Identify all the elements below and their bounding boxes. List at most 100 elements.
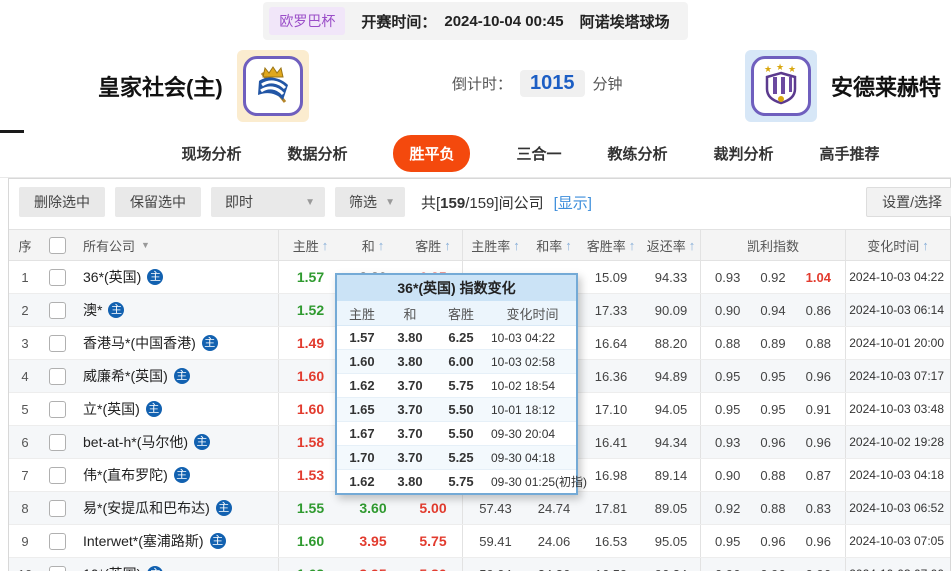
tab-live-analysis[interactable]: 现场分析 — [181, 143, 241, 164]
home-odds[interactable]: 1.49 — [278, 327, 342, 359]
tab-win-draw-lose[interactable]: 胜平负 — [393, 135, 470, 172]
company-cell[interactable]: 易*(安提瓜和巴布达)主 — [73, 492, 278, 524]
tab-data-analysis[interactable]: 数据分析 — [287, 143, 347, 164]
company-name: Interwet*(塞浦路斯) — [83, 531, 204, 551]
delete-selected-button[interactable]: 删除选中 — [19, 187, 105, 217]
tab-expert-picks[interactable]: 高手推荐 — [820, 143, 880, 164]
row-checkbox[interactable] — [49, 467, 66, 484]
home-odds[interactable]: 1.60 — [278, 525, 342, 557]
header-return-rate[interactable]: 返还率↑ — [642, 230, 700, 260]
popup-header-col: 和 — [387, 304, 433, 323]
home-odds[interactable]: 1.63 — [278, 558, 342, 571]
home-odds[interactable]: 1.52 — [278, 294, 342, 326]
popup-away-odds: 5.50 — [433, 402, 489, 417]
popup-title: 36*(英国) 指数变化 — [337, 275, 576, 301]
popup-away-odds: 6.00 — [433, 354, 489, 369]
popup-away-odds: 5.25 — [433, 450, 489, 465]
change-time: 2024-10-03 03:48 — [845, 393, 950, 425]
draw-odds[interactable]: 3.95 — [342, 558, 404, 571]
kelly-value: 0.94 — [760, 303, 785, 318]
return-rate: 94.05 — [642, 393, 700, 425]
company-cell[interactable]: Interwet*(塞浦路斯)主 — [73, 525, 278, 557]
company-cell[interactable]: 伟*(直布罗陀)主 — [73, 459, 278, 491]
row-checkbox[interactable] — [49, 566, 66, 571]
change-time: 2024-10-03 04:22 — [845, 261, 950, 293]
away-odds[interactable]: 5.75 — [404, 525, 462, 557]
show-link[interactable]: [显示] — [554, 192, 592, 213]
sort-arrow-icon: ▼ — [141, 240, 150, 250]
row-seq: 5 — [9, 393, 41, 425]
row-checkbox[interactable] — [49, 335, 66, 352]
home-odds[interactable]: 1.53 — [278, 459, 342, 491]
popup-draw-odds: 3.80 — [387, 330, 433, 345]
home-odds[interactable]: 1.58 — [278, 426, 342, 458]
home-odds[interactable]: 1.55 — [278, 492, 342, 524]
away-odds[interactable]: 5.80 — [404, 558, 462, 571]
header-away-rate[interactable]: 客胜率↑ — [580, 230, 642, 260]
kelly-value: 0.95 — [715, 369, 740, 384]
away-rate: 17.33 — [580, 294, 642, 326]
draw-odds[interactable]: 3.60 — [342, 492, 404, 524]
team-header: 皇家社会(主) 倒计时： 1015 分钟 — [0, 42, 951, 130]
popup-away-odds: 5.75 — [433, 474, 489, 489]
header-draw-rate[interactable]: 和率↑ — [528, 230, 580, 260]
company-cell[interactable]: bet-at-h*(马尔他)主 — [73, 426, 278, 458]
return-rate: 89.14 — [642, 459, 700, 491]
row-checkbox[interactable] — [49, 401, 66, 418]
tab-referee-analysis[interactable]: 裁判分析 — [714, 143, 774, 164]
kelly-value: 0.88 — [760, 468, 785, 483]
row-checkbox[interactable] — [49, 434, 66, 451]
kickoff-label: 开赛时间： — [361, 11, 436, 32]
away-rate: 16.36 — [580, 360, 642, 392]
company-cell[interactable]: 立*(英国)主 — [73, 393, 278, 425]
company-cell[interactable]: 36*(英国)主 — [73, 261, 278, 293]
instant-dropdown[interactable]: 即时 ▼ — [211, 187, 325, 217]
row-checkbox-cell — [41, 360, 73, 392]
header-change-time[interactable]: 变化时间↑ — [845, 230, 950, 260]
kelly-value: 0.86 — [806, 303, 831, 318]
row-checkbox[interactable] — [49, 302, 66, 319]
settings-select-button[interactable]: 设置/选择 — [866, 187, 951, 217]
filter-dropdown[interactable]: 筛选 ▼ — [335, 187, 405, 217]
popup-home-odds: 1.67 — [337, 426, 387, 441]
sort-arrow-icon: ↑ — [513, 238, 520, 253]
popup-change-time: 10-03 04:22 — [489, 331, 576, 345]
row-checkbox[interactable] — [49, 269, 66, 286]
header-checkbox-cell — [41, 230, 73, 260]
row-checkbox[interactable] — [49, 500, 66, 517]
header-home-odds[interactable]: 主胜↑ — [278, 230, 342, 260]
league-badge[interactable]: 欧罗巴杯 — [269, 7, 345, 35]
company-cell[interactable]: 威廉希*(英国)主 — [73, 360, 278, 392]
row-seq: 9 — [9, 525, 41, 557]
home-odds[interactable]: 1.60 — [278, 360, 342, 392]
tab-coach-analysis[interactable]: 教练分析 — [608, 143, 668, 164]
change-time: 2024-10-02 19:28 — [845, 426, 950, 458]
tab-three-in-one[interactable]: 三合一 — [516, 143, 561, 164]
svg-text:★: ★ — [776, 62, 784, 72]
company-cell[interactable]: 澳*主 — [73, 294, 278, 326]
popup-draw-odds: 3.70 — [387, 378, 433, 393]
home-odds[interactable]: 1.57 — [278, 261, 342, 293]
header-home-rate[interactable]: 主胜率↑ — [462, 230, 528, 260]
draw-odds[interactable]: 3.95 — [342, 525, 404, 557]
header-kelly-label: 凯利指数 — [747, 236, 799, 255]
header-company[interactable]: 所有公司▼ — [73, 230, 278, 260]
away-odds[interactable]: 5.00 — [404, 492, 462, 524]
away-team-name: 安德莱赫特 — [831, 70, 941, 102]
header-draw-odds[interactable]: 和↑ — [342, 230, 404, 260]
toolbar: 删除选中 保留选中 即时 ▼ 筛选 ▼ 共[159/159]间公司 [显示] 设… — [9, 179, 950, 223]
home-indicator-icon: 主 — [216, 500, 232, 516]
company-cell[interactable]: 10*(英国)主 — [73, 558, 278, 571]
header-away-odds[interactable]: 客胜↑ — [404, 230, 462, 260]
row-checkbox[interactable] — [49, 533, 66, 550]
kelly-value: 0.90 — [715, 468, 740, 483]
change-time: 2024-10-03 06:14 — [845, 294, 950, 326]
draw-rate: 24.06 — [528, 525, 580, 557]
company-cell[interactable]: 香港马*(中国香港)主 — [73, 327, 278, 359]
keep-selected-button[interactable]: 保留选中 — [115, 187, 201, 217]
row-checkbox[interactable] — [49, 368, 66, 385]
home-odds[interactable]: 1.60 — [278, 393, 342, 425]
sort-arrow-icon: ↑ — [565, 238, 572, 253]
kickoff-info: 开赛时间： 2024-10-04 00:45 — [361, 11, 563, 32]
select-all-checkbox[interactable] — [49, 237, 66, 254]
